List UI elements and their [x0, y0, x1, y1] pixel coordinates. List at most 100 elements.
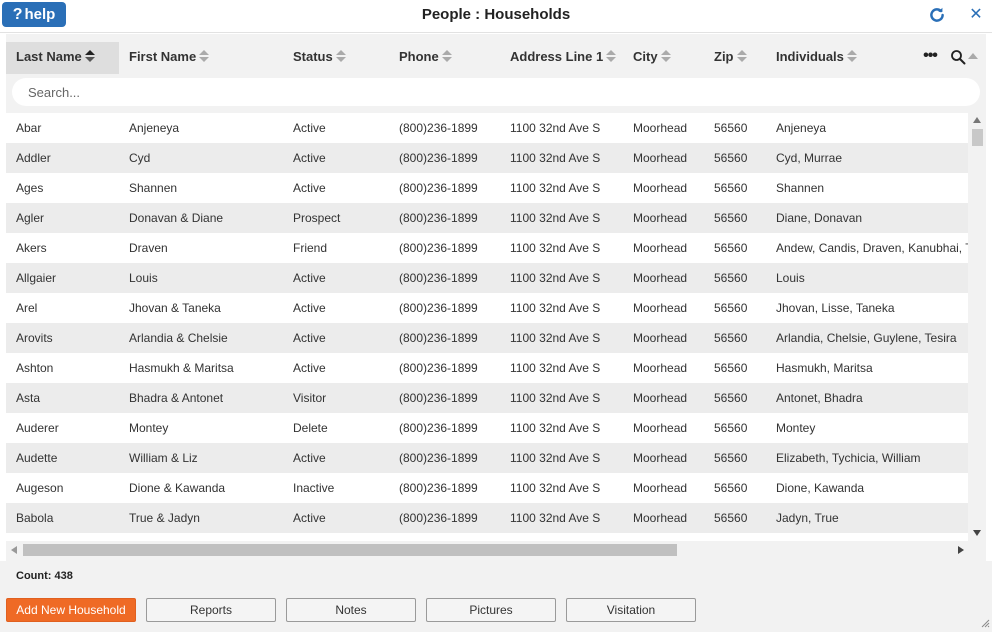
more-options-icon[interactable]: ••• [920, 48, 940, 68]
cell-first-name: William & Liz [129, 451, 198, 465]
cell-zip: 56560 [714, 391, 748, 405]
table-row[interactable]: Addler Cyd Active (800)236-1899 1100 32nd Av… [6, 143, 968, 173]
table-row[interactable]: Abar Anjeneya Active (800)236-1899 1100 32nd… [6, 113, 968, 143]
column-header-status[interactable]: Status [283, 42, 389, 74]
cell-zip: 56560 [714, 451, 748, 465]
table-row[interactable]: Ages Shannen Active (800)236-1899 1100 32nd … [6, 173, 968, 203]
cell-status: Visitor [293, 391, 327, 405]
cell-phone: (800)236-1899 [399, 451, 478, 465]
collapse-search-icon[interactable] [968, 52, 978, 60]
cell-first-name: Hasmukh & Maritsa [129, 361, 234, 375]
column-header-phone[interactable]: Phone [389, 42, 500, 74]
sort-icon [84, 49, 95, 62]
cell-address: 1100 32nd Ave S [510, 181, 601, 195]
column-header-address[interactable]: Address Line 1 [500, 42, 623, 74]
horizontal-scrollbar[interactable] [6, 541, 986, 559]
cell-phone: (800)236-1899 [399, 211, 478, 225]
table-body: Abar Anjeneya Active (800)236-1899 1100 32nd… [6, 113, 986, 541]
cell-city: Moorhead [633, 391, 688, 405]
table-row[interactable]: Arel Jhovan & Taneka Active (800)236-1899 11… [6, 293, 968, 323]
cell-city: Moorhead [633, 211, 688, 225]
vertical-scroll-thumb[interactable] [972, 129, 983, 146]
close-icon[interactable]: ✕ [968, 6, 984, 24]
table-row[interactable]: Allgaier Louis Active (800)236-1899 1100 32n… [6, 263, 968, 293]
table-row[interactable]: Auderer Montey Delete (800)236-1899 1100 32n… [6, 413, 968, 443]
column-label: Last Name [16, 49, 82, 64]
help-button[interactable]: ? help [2, 2, 66, 27]
column-header-last-name[interactable]: Last Name [6, 42, 119, 74]
reports-button[interactable]: Reports [146, 598, 276, 622]
add-new-household-button[interactable]: Add New Household [6, 598, 136, 622]
table-row[interactable]: Agler Donavan & Diane Prospect (800)236-189… [6, 203, 968, 233]
cell-phone: (800)236-1899 [399, 181, 478, 195]
column-header-zip[interactable]: Zip [704, 42, 766, 74]
column-header-city[interactable]: City [623, 42, 704, 74]
search-input[interactable] [12, 78, 980, 106]
cell-last-name: Abar [16, 121, 42, 135]
table-row[interactable]: Akers Draven Friend (800)236-1899 1100 32nd … [6, 233, 968, 263]
help-label: help [24, 6, 56, 23]
column-label: Status [293, 49, 333, 64]
table-row[interactable]: Asta Bhadra & Antonet Visitor (800)236-1899… [6, 383, 968, 413]
column-header-individuals[interactable]: Individuals [766, 42, 916, 74]
cell-zip: 56560 [714, 151, 748, 165]
cell-last-name: Allgaier [16, 271, 57, 285]
cell-last-name: Ages [16, 181, 44, 195]
cell-address: 1100 32nd Ave S [510, 211, 601, 225]
scroll-up-icon[interactable] [973, 117, 981, 123]
cell-status: Prospect [293, 211, 341, 225]
record-count: Count: 438 [16, 570, 73, 582]
search-box [12, 78, 980, 106]
cell-address: 1100 32nd Ave S [510, 421, 601, 435]
table-row[interactable]: Augeson Dione & Kawanda Inactive (800)236-1… [6, 473, 968, 503]
cell-last-name: Agler [16, 211, 45, 225]
cell-zip: 56560 [714, 301, 748, 315]
visitation-button[interactable]: Visitation [566, 598, 696, 622]
cell-first-name: Donavan & Diane [129, 211, 224, 225]
vertical-scrollbar[interactable] [968, 113, 986, 541]
table-row[interactable]: Audette William & Liz Active (800)236-1899 1… [6, 443, 968, 473]
cell-address: 1100 32nd Ave S [510, 241, 601, 255]
sort-icon [441, 49, 452, 62]
column-label: Address Line 1 [510, 49, 604, 64]
cell-status: Active [293, 451, 326, 465]
scroll-down-icon[interactable] [973, 530, 981, 536]
cell-status: Delete [293, 421, 328, 435]
cell-individuals: Jadyn, True [776, 511, 839, 525]
cell-zip: 56560 [714, 361, 748, 375]
search-icon[interactable] [950, 49, 966, 65]
notes-button[interactable]: Notes [286, 598, 416, 622]
cell-address: 1100 32nd Ave S [510, 151, 601, 165]
cell-first-name: Dione & Kawanda [129, 481, 226, 495]
scroll-right-icon[interactable] [958, 546, 964, 554]
cell-last-name: Augeson [16, 481, 64, 495]
cell-status: Active [293, 361, 326, 375]
cell-address: 1100 32nd Ave S [510, 361, 601, 375]
cell-individuals: Hasmukh, Maritsa [776, 361, 873, 375]
cell-individuals: Montey [776, 421, 816, 435]
pictures-button[interactable]: Pictures [426, 598, 556, 622]
cell-city: Moorhead [633, 331, 688, 345]
cell-address: 1100 32nd Ave S [510, 271, 601, 285]
cell-status: Inactive [293, 481, 335, 495]
cell-status: Active [293, 121, 326, 135]
cell-city: Moorhead [633, 301, 688, 315]
sort-icon [846, 49, 857, 62]
table-row[interactable]: Babola True & Jadyn Active (800)236-1899 110… [6, 503, 968, 533]
cell-address: 1100 32nd Ave S [510, 301, 601, 315]
cell-last-name: Arel [16, 301, 38, 315]
cell-last-name: Addler [16, 151, 51, 165]
table-row[interactable]: Ashton Hasmukh & Maritsa Active (800)236-18… [6, 353, 968, 383]
horizontal-scroll-thumb[interactable] [23, 544, 677, 556]
cell-city: Moorhead [633, 511, 688, 525]
cell-zip: 56560 [714, 121, 748, 135]
cell-zip: 56560 [714, 211, 748, 225]
cell-phone: (800)236-1899 [399, 361, 478, 375]
scroll-left-icon[interactable] [11, 546, 17, 554]
table-row[interactable]: Arovits Arlandia & Chelsie Active (800)236-… [6, 323, 968, 353]
column-header-first-name[interactable]: First Name [119, 42, 283, 74]
resize-grip-icon[interactable] [980, 618, 990, 628]
sort-icon [199, 49, 210, 62]
refresh-icon[interactable] [928, 6, 946, 24]
cell-last-name: Arovits [16, 331, 53, 345]
